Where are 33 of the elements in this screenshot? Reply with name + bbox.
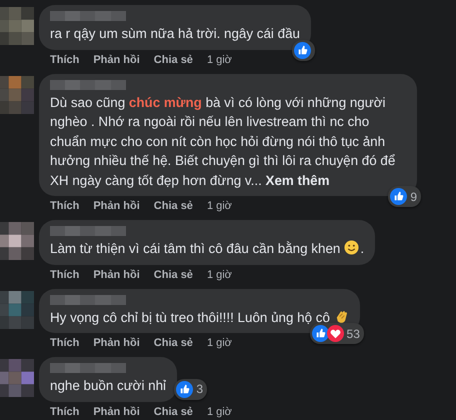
comment-text: nghe buồn cười nhỉ <box>50 377 166 395</box>
comment-action-link[interactable]: Phản hồi <box>93 52 140 66</box>
reaction-badge[interactable]: 3 <box>174 378 208 400</box>
comment-action-link[interactable]: Chia sẻ <box>154 404 193 418</box>
comment-action-link[interactable]: Phản hồi <box>93 199 140 213</box>
comment-action-link[interactable]: Chia sẻ <box>154 199 193 213</box>
comment-time: 1 giờ <box>206 268 232 282</box>
comment-text: Làm từ thiện vì cái tâm thì cô đâu cần bằng khen . <box>50 239 364 258</box>
comment-action-link[interactable]: Thích <box>50 52 80 66</box>
comment-action-link[interactable]: Phản hồi <box>93 268 140 282</box>
reaction-badge[interactable]: 53 <box>310 323 364 344</box>
comment-action-link[interactable]: Phản hồi <box>93 404 140 418</box>
comment-action-link[interactable]: Thích <box>50 199 80 213</box>
thumbs-up-icon <box>390 188 408 205</box>
comment-time: 1 giờ <box>206 52 232 66</box>
comment-action-link[interactable]: Thích <box>50 268 80 282</box>
comment-text: ra r qậy um sùm nữa hả trời. ngây cái đầu <box>50 25 300 43</box>
comment-action-link[interactable]: Thích <box>50 336 80 350</box>
comment-action-link[interactable]: Chia sẻ <box>154 336 193 350</box>
comment-action-link[interactable]: Phản hồi <box>93 336 140 350</box>
see-more-link[interactable]: Xem thêm <box>266 172 330 188</box>
reaction-badge[interactable]: 9 <box>388 186 421 207</box>
thumbs-up-icon <box>294 42 311 58</box>
reaction-badge[interactable] <box>292 40 315 60</box>
comment-action-link[interactable]: Thích <box>50 404 80 418</box>
thumbs-up-icon <box>176 380 194 398</box>
comment-action-link[interactable]: Chia sẻ <box>154 52 193 66</box>
comment-action-link[interactable]: Chia sẻ <box>154 268 193 282</box>
comment-time: 1 giờ <box>206 199 232 213</box>
comment-time: 1 giờ <box>206 404 232 418</box>
smile-icon <box>344 240 360 255</box>
comment-time: 1 giờ <box>206 336 232 350</box>
thumbs-up-icon <box>312 325 329 342</box>
